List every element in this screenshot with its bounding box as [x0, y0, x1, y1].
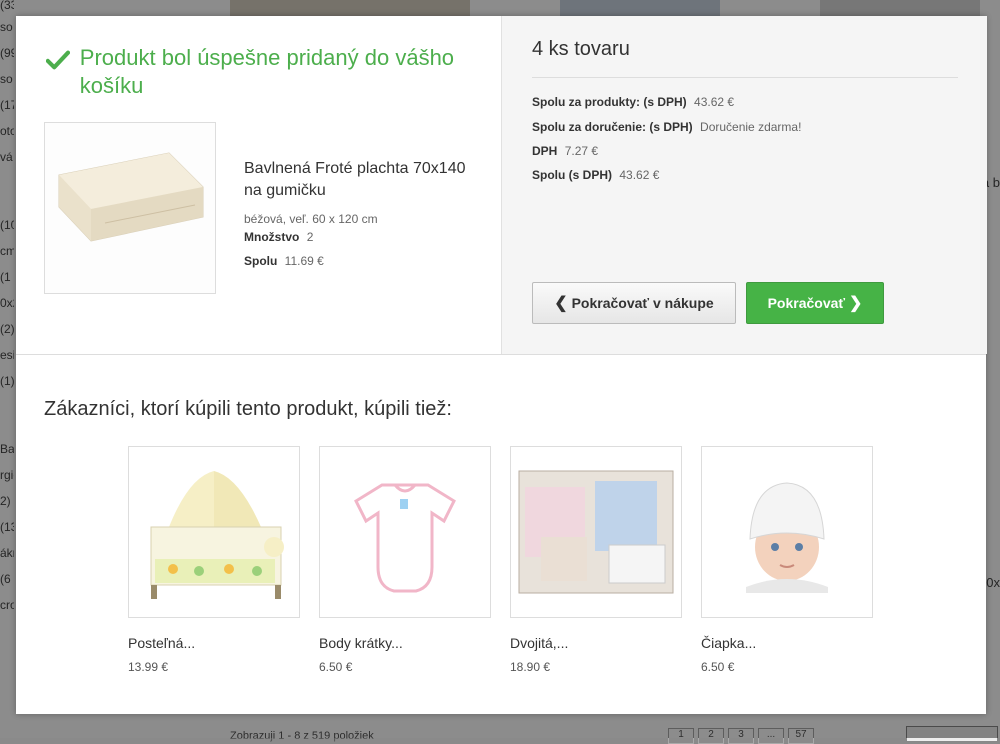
continue-to-checkout-button[interactable]: Pokračovať ❯: [746, 282, 884, 324]
recommended-product-image[interactable]: [701, 446, 873, 618]
recommended-product-price: 6.50 €: [701, 660, 735, 674]
quantity-value: 2: [306, 230, 314, 244]
summary-delivery: Spolu za doručenie: (s DPH) Doručenie zd…: [532, 120, 801, 134]
recommended-product-price: 18.90 €: [510, 660, 551, 674]
summary-label: Spolu za doručenie: (s DPH): [532, 120, 693, 134]
also-bought-title: Zákazníci, ktorí kúpili tento produkt, k…: [44, 398, 452, 420]
recommended-product-name[interactable]: Čiapka...: [701, 635, 873, 651]
total-label: Spolu: [244, 254, 278, 268]
product-name[interactable]: Bavlnená Froté plachta 70x140 na gumičku: [244, 158, 484, 202]
button-label: Pokračovať v nákupe: [571, 295, 714, 311]
product-quantity: Množstvo 2: [244, 230, 313, 244]
summary-label: Spolu (s DPH): [532, 168, 612, 182]
cart-item-count: 4 ks tovaru: [532, 38, 630, 60]
summary-products-total: Spolu za produkty: (s DPH) 43.62 €: [532, 95, 734, 109]
recommended-product-name[interactable]: Posteľná...: [128, 635, 300, 651]
baby-hat-image: [744, 467, 830, 593]
section-divider: [16, 354, 986, 355]
recommended-product-name[interactable]: Body krátky...: [319, 635, 491, 651]
recommended-product-image[interactable]: [510, 446, 682, 618]
recommended-product[interactable]: Posteľná... 13.99 €: [128, 446, 300, 674]
success-message: Produkt bol úspešne pridaný do vášho koš…: [46, 44, 486, 100]
recommended-product[interactable]: Body krátky... 6.50 €: [319, 446, 491, 674]
added-product-panel: Produkt bol úspešne pridaný do vášho koš…: [16, 16, 501, 354]
recommended-product-image[interactable]: [128, 446, 300, 618]
summary-grand-total: Spolu (s DPH) 43.62 €: [532, 168, 659, 182]
summary-value: 7.27 €: [564, 144, 599, 158]
product-variant: béžová, veľ. 60 x 120 cm: [244, 212, 378, 226]
summary-vat: DPH 7.27 €: [532, 144, 598, 158]
recommended-product-name[interactable]: Dvojitá,...: [510, 635, 682, 651]
chevron-right-icon: ❯: [849, 295, 863, 312]
button-label: Pokračovať: [767, 295, 846, 311]
recommended-product-price: 6.50 €: [319, 660, 353, 674]
divider: [532, 77, 958, 78]
summary-value: 43.62 €: [619, 168, 660, 182]
summary-value: 43.62 €: [694, 95, 735, 109]
summary-label: DPH: [532, 144, 558, 158]
blankets-image: [518, 470, 674, 594]
cart-summary-panel: 4 ks tovaru Spolu za produkty: (s DPH) 4…: [501, 16, 987, 354]
continue-shopping-button[interactable]: ❮ Pokračovať v nákupe: [532, 282, 736, 324]
recommended-product[interactable]: Čiapka... 6.50 €: [701, 446, 873, 674]
total-value: 11.69 €: [284, 254, 324, 268]
product-image: [44, 122, 216, 294]
recommended-product-image[interactable]: [319, 446, 491, 618]
product-total: Spolu 11.69 €: [244, 254, 324, 268]
add-to-cart-modal: ✕ Produkt bol úspešne pridaný do vášho k…: [16, 16, 987, 714]
checkmark-icon: [46, 50, 70, 70]
crib-bedding-image: [150, 471, 284, 599]
chevron-left-icon: ❮: [554, 295, 568, 312]
summary-label: Spolu za produkty: (s DPH): [532, 95, 687, 109]
fitted-sheet-image: [45, 123, 215, 293]
recommended-product-price: 13.99 €: [128, 660, 169, 674]
baby-bodysuit-image: [354, 483, 456, 593]
summary-value: Doručenie zdarma!: [700, 120, 802, 134]
quantity-label: Množstvo: [244, 230, 300, 244]
success-text: Produkt bol úspešne pridaný do vášho koš…: [79, 45, 455, 98]
recommended-product[interactable]: Dvojitá,... 18.90 €: [510, 446, 682, 674]
